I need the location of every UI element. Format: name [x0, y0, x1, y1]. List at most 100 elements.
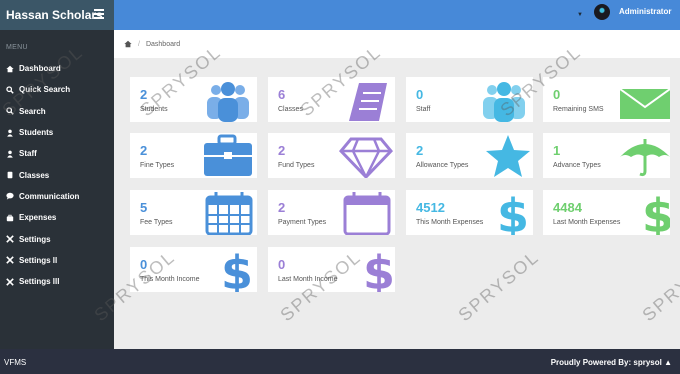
- calendar-icon: [205, 192, 253, 235]
- umbrella-icon: [620, 139, 670, 177]
- top-bar: ▼ Administrator: [114, 0, 680, 30]
- star-icon: [486, 135, 530, 177]
- breadcrumb-current: Dashboard: [145, 40, 181, 48]
- menu-heading: MENU: [6, 44, 28, 51]
- card-last-month-expenses[interactable]: 4484 Last Month Expenses $: [543, 190, 670, 235]
- watermark: SPRYSOL: [454, 246, 543, 326]
- card-value: 4484: [553, 200, 582, 215]
- tools-icon: [6, 235, 14, 243]
- card-value: 5: [140, 200, 148, 215]
- users-icon: [483, 82, 525, 122]
- user-icon: [7, 150, 13, 158]
- menu-toggle-icon[interactable]: [94, 9, 104, 19]
- card-fine-types[interactable]: 2 Fine Types: [130, 133, 257, 178]
- sidebar-item-label: Search: [19, 106, 46, 116]
- diamond-icon: [338, 137, 394, 178]
- card-value: 1: [553, 143, 561, 158]
- card-label: Fund Types: [278, 162, 315, 169]
- search-icon: [6, 107, 14, 115]
- sidebar-item-settings[interactable]: Settings: [0, 228, 114, 249]
- sidebar-item-quick-search[interactable]: Quick Search: [0, 79, 114, 100]
- card-value: 0: [278, 257, 286, 272]
- card-staff[interactable]: 0 Staff: [406, 77, 533, 122]
- sidebar-item-label: Settings: [19, 234, 51, 244]
- sidebar-item-label: Communication: [19, 191, 80, 201]
- card-label: Classes: [278, 106, 303, 113]
- footer-powered-by[interactable]: Proudly Powered By: sprysol ▲: [551, 358, 672, 367]
- footer-app-name: VFMS: [4, 358, 27, 367]
- svg-text:$: $: [363, 247, 395, 292]
- card-this-month-income[interactable]: 0 This Month Income $: [130, 247, 257, 292]
- card-value: 0: [553, 87, 561, 102]
- card-value: 2: [278, 200, 286, 215]
- dollar-icon: $: [642, 190, 670, 235]
- search-icon: [6, 86, 14, 94]
- breadcrumb: / Dashboard: [114, 30, 680, 58]
- card-value: 2: [416, 143, 424, 158]
- sidebar-item-label: Settings ll: [19, 255, 58, 265]
- card-fund-types[interactable]: 2 Fund Types: [268, 133, 395, 178]
- card-label: Payment Types: [278, 219, 327, 226]
- card-value: 2: [140, 87, 148, 102]
- card-label: Fee Types: [140, 219, 173, 226]
- card-label: Advance Types: [553, 162, 601, 169]
- svg-text:$: $: [497, 190, 529, 235]
- caret-down-icon[interactable]: ▼: [577, 12, 583, 18]
- sidebar-item-settings-3[interactable]: Settings lll: [0, 271, 114, 292]
- card-label: Allowance Types: [416, 162, 469, 169]
- briefcase-icon: [6, 214, 14, 221]
- breadcrumb-separator: /: [138, 40, 140, 48]
- card-value: 0: [416, 87, 424, 102]
- chat-icon: [6, 193, 14, 201]
- sidebar-item-label: Classes: [19, 170, 50, 180]
- users-icon: [207, 82, 249, 122]
- envelope-icon: [619, 88, 670, 119]
- sidebar-item-label: Students: [19, 128, 54, 138]
- caret-up-icon: ▲: [664, 358, 672, 367]
- sidebar-item-settings-2[interactable]: Settings ll: [0, 250, 114, 271]
- sidebar-item-expenses[interactable]: Expenses: [0, 207, 114, 228]
- card-payment-types[interactable]: 2 Payment Types: [268, 190, 395, 235]
- sidebar-item-classes[interactable]: Classes: [0, 164, 114, 185]
- sidebar-item-staff[interactable]: Staff: [0, 143, 114, 164]
- card-value: 0: [140, 257, 148, 272]
- dollar-icon: $: [221, 247, 253, 292]
- sidebar-item-label: Quick Search: [19, 85, 71, 95]
- avatar[interactable]: [594, 4, 610, 20]
- home-icon: [6, 65, 14, 72]
- sidebar-item-communication[interactable]: Communication: [0, 186, 114, 207]
- sidebar: Hassan Scholars MENU Dashboard Quick Sea…: [0, 0, 114, 349]
- sidebar-item-label: Settings lll: [19, 277, 60, 287]
- card-label: Students: [140, 106, 168, 113]
- card-allowance-types[interactable]: 2 Allowance Types: [406, 133, 533, 178]
- svg-text:$: $: [642, 190, 670, 235]
- card-label: This Month Expenses: [416, 219, 484, 226]
- card-students[interactable]: 2 Students: [130, 77, 257, 122]
- card-fee-types[interactable]: 5 Fee Types: [130, 190, 257, 235]
- card-this-month-expenses[interactable]: 4512 This Month Expenses $: [406, 190, 533, 235]
- card-label: Fine Types: [140, 162, 175, 169]
- card-label: Staff: [416, 106, 431, 113]
- card-value: 2: [278, 143, 286, 158]
- user-name[interactable]: Administrator: [619, 7, 671, 16]
- card-classes[interactable]: 6 Classes: [268, 77, 395, 122]
- card-label: This Month Income: [140, 276, 200, 283]
- sidebar-item-dashboard[interactable]: Dashboard: [0, 58, 114, 79]
- card-last-month-income[interactable]: 0 Last Month Income $: [268, 247, 395, 292]
- card-label: Last Month Income: [278, 276, 338, 283]
- sidebar-item-label: Staff: [19, 149, 37, 159]
- card-value: 2: [140, 143, 148, 158]
- svg-text:$: $: [221, 247, 253, 292]
- card-advance-types[interactable]: 1 Advance Types: [543, 133, 670, 178]
- brand-bar: Hassan Scholars: [0, 0, 114, 30]
- book-icon: [349, 83, 387, 121]
- user-icon: [7, 129, 13, 137]
- card-remaining-sms[interactable]: 0 Remaining SMS: [543, 77, 670, 122]
- sidebar-item-students[interactable]: Students: [0, 122, 114, 143]
- dollar-icon: $: [497, 190, 529, 235]
- card-label: Last Month Expenses: [553, 219, 621, 226]
- tools-icon: [6, 277, 14, 286]
- home-icon[interactable]: [124, 40, 132, 48]
- sidebar-item-search[interactable]: Search: [0, 101, 114, 122]
- briefcase-icon: [204, 134, 252, 176]
